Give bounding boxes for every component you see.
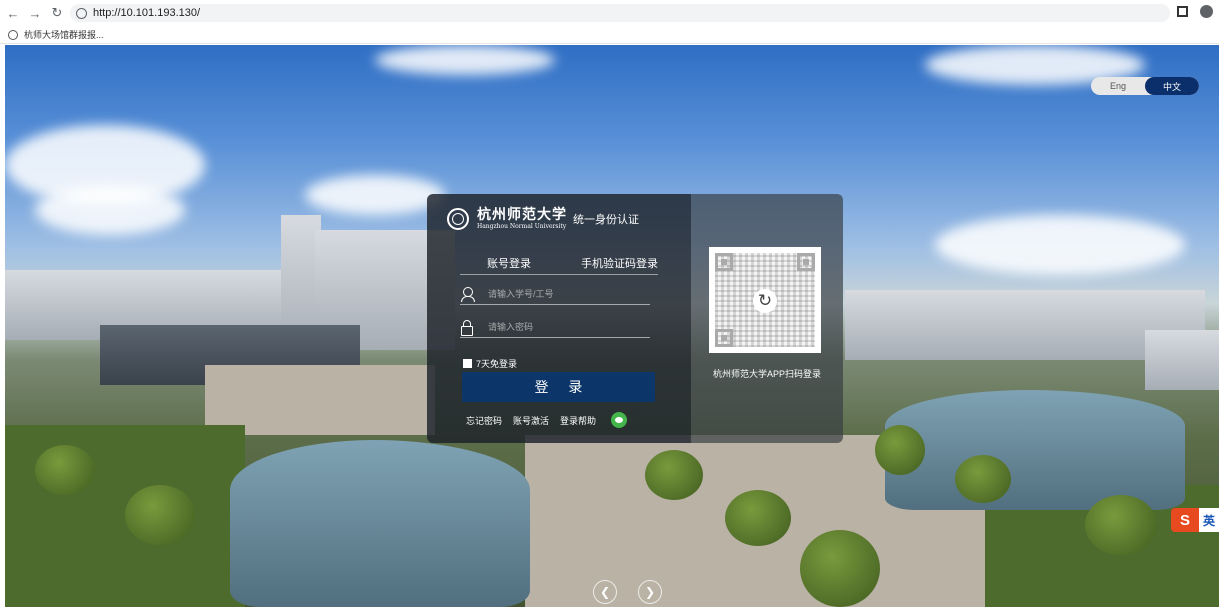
carousel-prev-icon[interactable]: ❮ [593,580,617,604]
qr-code[interactable]: ↻ [709,247,821,353]
login-form-section: 杭州师范大学 Hangzhou Normal University 统一身份认证… [427,194,691,443]
ime-mode-indicator[interactable]: 英 [1199,508,1219,532]
qr-finder [715,329,733,347]
building [1145,330,1219,390]
tree [800,530,880,607]
cloud [305,175,445,215]
remember-checkbox[interactable] [463,359,472,368]
lang-zh-option[interactable]: 中文 [1145,77,1199,95]
lang-eng-option[interactable]: Eng [1091,77,1145,95]
tree [725,490,791,546]
login-links: 忘记密码 账号激活 登录帮助 [466,412,628,428]
bookmark-item[interactable]: 杭师大场馆群报报... [24,28,104,41]
tree [955,455,1011,503]
address-bar[interactable]: http://10.101.193.130/ [70,4,1170,22]
carousel-next-icon[interactable]: ❯ [638,580,662,604]
browser-toolbar: ← → ↻ http://10.101.193.130/ [0,0,1219,26]
password-field [460,316,650,338]
tree [1085,495,1157,555]
tree [875,425,925,475]
bookmark-globe-icon [8,29,18,40]
language-switch: Eng 中文 [1091,77,1199,95]
qr-login-section: ↻ 杭州师范大学APP扫码登录 [691,194,843,443]
qr-finder [715,253,733,271]
login-panel: 杭州师范大学 Hangzhou Normal University 统一身份认证… [427,194,843,443]
profile-icon[interactable] [1200,5,1213,18]
brand-name-en: Hangzhou Normal University [477,223,567,230]
account-activate-link[interactable]: 账号激活 [513,414,549,427]
brand-suffix: 统一身份认证 [573,214,639,226]
password-input[interactable] [488,321,638,332]
lake [230,440,530,607]
cloud [375,45,555,75]
university-brand: 杭州师范大学 Hangzhou Normal University 统一身份认证 [447,208,639,230]
bookmarks-bar: 杭师大场馆群报报... [0,26,1219,44]
qr-finder [797,253,815,271]
remember-label: 7天免登录 [476,359,518,369]
lock-icon [460,319,474,336]
tab-phone-login[interactable]: 手机验证码登录 [540,255,658,275]
login-help-link[interactable]: 登录帮助 [560,414,596,427]
window-square-icon[interactable] [1177,6,1188,17]
qr-label: 杭州师范大学APP扫码登录 [712,369,821,379]
university-seal-icon [447,208,469,230]
ime-logo-icon[interactable]: S [1171,508,1199,532]
tree [125,485,195,545]
back-arrow-icon[interactable]: ← [4,4,22,22]
lake [885,390,1185,510]
wechat-icon[interactable] [611,412,628,428]
refresh-icon[interactable]: ↻ [753,289,777,313]
tab-account-login[interactable]: 账号登录 [460,255,540,275]
login-button[interactable]: 登 录 [462,372,655,402]
site-info-icon[interactable] [76,7,87,19]
campus-background: Eng 中文 杭州师范大学 Hangzhou Normal University… [5,45,1219,607]
remember-me: 7天免登录 [463,357,517,370]
tree [645,450,703,500]
reload-icon[interactable]: ↻ [48,4,66,22]
forgot-password-link[interactable]: 忘记密码 [466,414,502,427]
url-text: http://10.101.193.130/ [93,7,201,19]
username-input[interactable] [488,288,638,299]
forward-arrow-icon[interactable]: → [26,4,44,22]
username-field [460,283,650,305]
brand-name-cn: 杭州师范大学 [477,207,567,223]
login-tabs: 账号登录 手机验证码登录 [460,255,658,275]
tree [35,445,95,495]
user-icon [460,286,475,302]
cloud [35,185,185,235]
cloud [935,215,1185,275]
